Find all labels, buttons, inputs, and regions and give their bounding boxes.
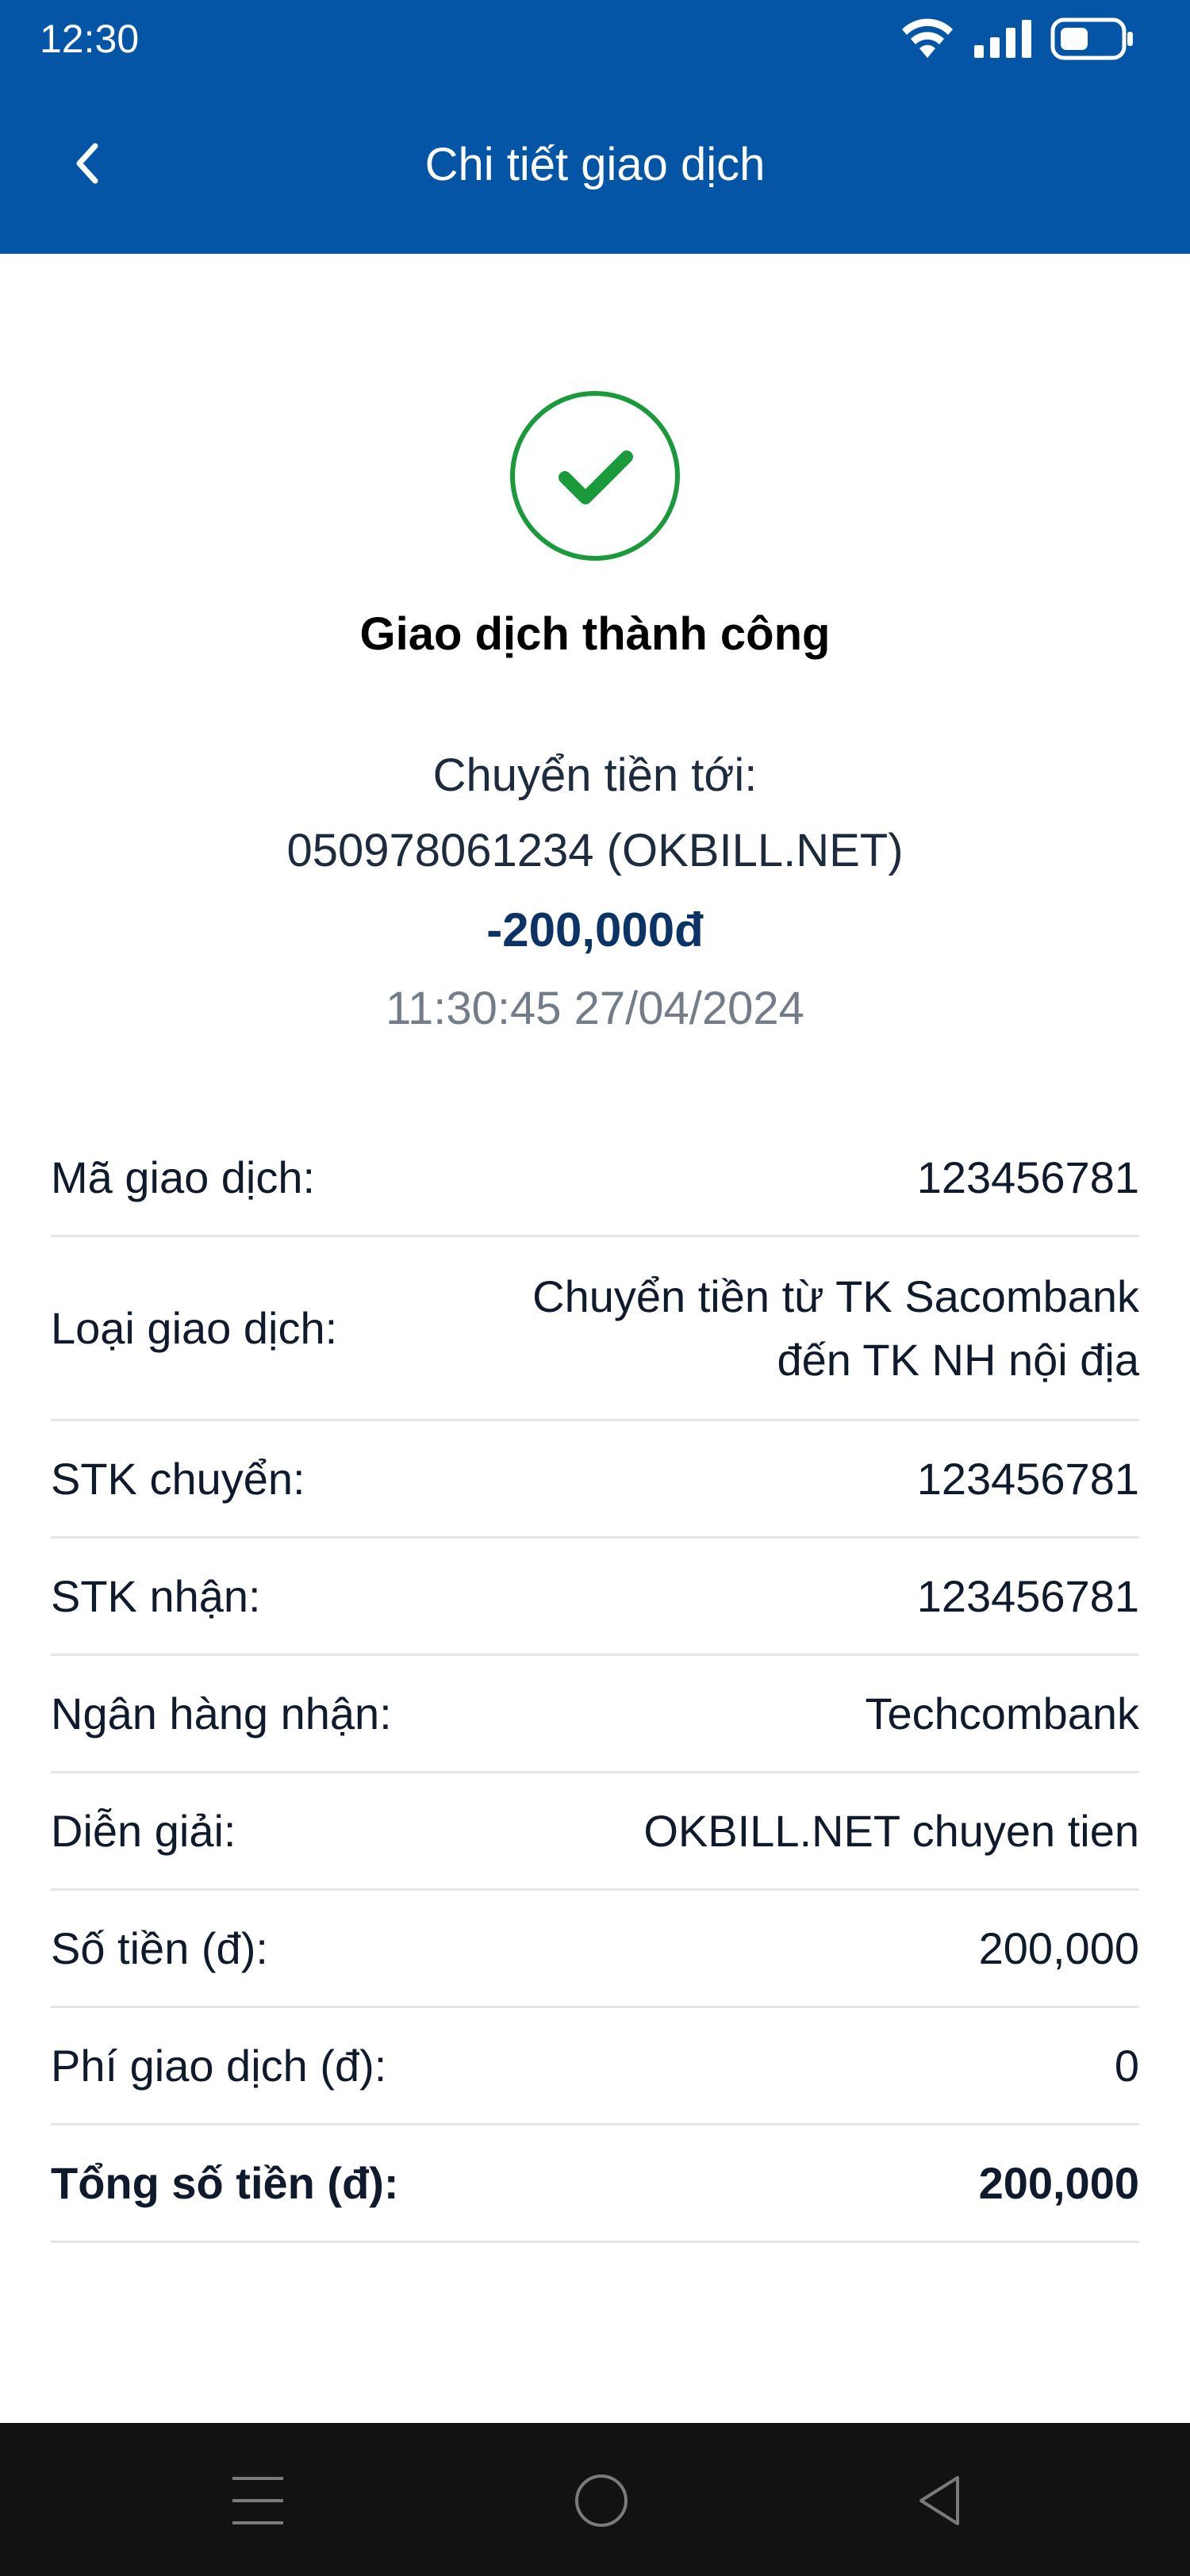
system-nav-bar xyxy=(0,2423,1190,2576)
page-title: Chi tiết giao dịch xyxy=(424,139,766,190)
transfer-to-label: Chuyển tiền tới: xyxy=(432,749,758,801)
status-time: 12:30 xyxy=(40,17,140,61)
detail-value-line: đến TK NH nội địa xyxy=(777,1334,1139,1385)
signal-icon xyxy=(973,18,1033,59)
detail-row-sender-account: STK chuyển: 123456781 xyxy=(51,1421,1139,1539)
detail-value: 123456781 xyxy=(916,1453,1139,1504)
detail-label: STK chuyển: xyxy=(51,1453,305,1504)
detail-value: 200,000 xyxy=(978,1922,1139,1973)
detail-row-transaction-type: Loại giao dịch: Chuyển tiền từ TK Sacomb… xyxy=(51,1237,1139,1421)
detail-label: Loại giao dịch: xyxy=(51,1302,338,1353)
detail-row-receiver-account: STK nhận: 123456781 xyxy=(51,1539,1139,1656)
transaction-datetime: 11:30:45 27/04/2024 xyxy=(386,983,804,1034)
detail-row-description: Diễn giải: OKBILL.NET chuyen tien xyxy=(51,1773,1139,1891)
system-back-button[interactable] xyxy=(904,2467,976,2538)
detail-row-receiver-bank: Ngân hàng nhận: Techcombank xyxy=(51,1656,1139,1773)
detail-label: STK nhận: xyxy=(51,1570,261,1621)
detail-label: Phí giao dịch (đ): xyxy=(51,2040,387,2091)
detail-row-amount: Số tiền (đ): 200,000 xyxy=(51,1891,1139,2008)
status-icons xyxy=(900,14,1134,63)
detail-value: 123456781 xyxy=(916,1570,1139,1621)
transaction-details: Mã giao dịch: 123456781 Loại giao dịch: … xyxy=(51,1120,1139,2243)
detail-value: Techcombank xyxy=(865,1688,1139,1738)
recipient-account: 050978061234 (OKBILL.NET) xyxy=(286,825,904,876)
app-header: 12:30 Chi tiết giao dịch xyxy=(0,0,1190,254)
detail-value: OKBILL.NET chuyen tien xyxy=(643,1805,1139,1856)
detail-value-line: Chuyển tiền từ TK Sacombank xyxy=(532,1271,1139,1321)
detail-row-transaction-id: Mã giao dịch: 123456781 xyxy=(51,1120,1139,1237)
check-circle-icon xyxy=(508,389,682,563)
detail-row-fee: Phí giao dịch (đ): 0 xyxy=(51,2008,1139,2126)
battery-icon xyxy=(1050,17,1134,60)
detail-label: Ngân hàng nhận: xyxy=(51,1688,392,1738)
detail-label: Số tiền (đ): xyxy=(51,1922,268,1973)
detail-value: 123456781 xyxy=(916,1152,1139,1202)
home-circle-icon xyxy=(573,2472,630,2533)
transaction-amount: -200,000đ xyxy=(486,903,704,956)
detail-value: Chuyển tiền từ TK Sacombank đến TK NH nộ… xyxy=(532,1265,1139,1392)
wifi-icon xyxy=(900,18,955,59)
detail-label: Tổng số tiền (đ): xyxy=(51,2157,399,2208)
recents-button[interactable] xyxy=(222,2467,294,2538)
transaction-status: Giao dịch thành công xyxy=(359,608,831,660)
detail-value: 0 xyxy=(1114,2040,1139,2091)
menu-icon xyxy=(228,2471,288,2535)
detail-label: Mã giao dịch: xyxy=(51,1152,316,1202)
detail-value: 200,000 xyxy=(978,2157,1139,2208)
home-button[interactable] xyxy=(566,2467,637,2538)
back-triangle-icon xyxy=(915,2473,965,2532)
detail-row-total: Tổng số tiền (đ): 200,000 xyxy=(51,2126,1139,2243)
detail-label: Diễn giải: xyxy=(51,1805,236,1856)
